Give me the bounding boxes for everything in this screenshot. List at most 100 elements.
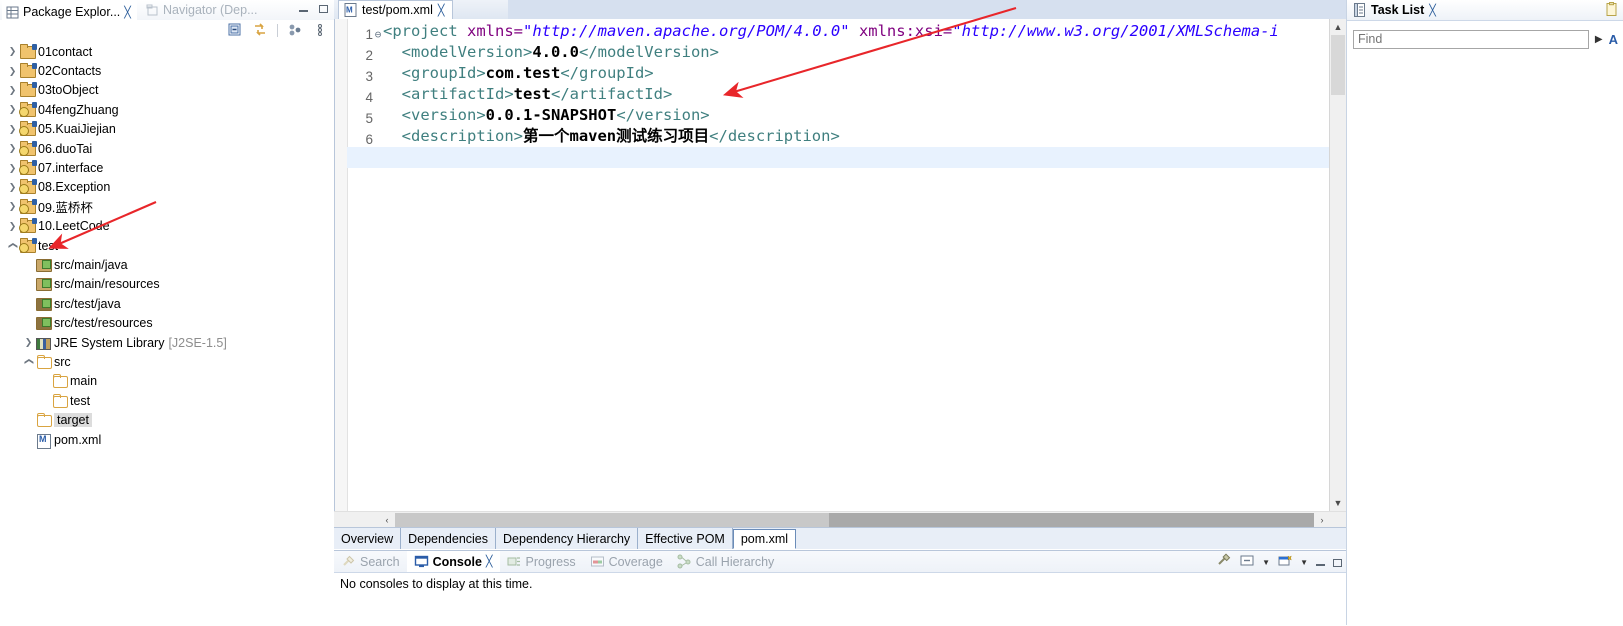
scroll-up-icon[interactable]: ▲ (1330, 19, 1346, 35)
chevron-down-icon[interactable]: ▼ (1262, 558, 1270, 567)
code-line-2[interactable]: 2 <modelVersion>4.0.0</modelVersion> (347, 42, 1330, 63)
code-token-tag: <modelVersion> (383, 43, 533, 61)
code-token-tag: </artifactId> (550, 85, 673, 103)
tab-package-explorer[interactable]: Package Explor... ╳ (2, 0, 137, 22)
console-tab-bar[interactable]: Search Console ╳ Progress Coverage Call Hiera… (334, 551, 1346, 573)
chevron-right-icon[interactable]: ❯ (6, 104, 19, 115)
tree-item-src-main-java[interactable]: src/main/java (0, 255, 334, 274)
code-line-6[interactable]: 6 <description>第一个maven测试练习项目</descripti… (347, 126, 1330, 147)
display-selected-console-icon[interactable] (1239, 553, 1255, 572)
search-input[interactable] (1353, 29, 1589, 49)
xml-source-editor[interactable]: 1 ⊖ <project xmlns="http://maven.apache.or… (334, 19, 1346, 511)
scroll-left-icon[interactable]: ‹ (379, 512, 395, 528)
tree-item-test[interactable]: test (0, 391, 334, 410)
tree-item-src-main-resources[interactable]: src/main/resources (0, 275, 334, 294)
code-line-3[interactable]: 3 <groupId>com.test</groupId> (347, 63, 1330, 84)
chevron-down-icon[interactable]: ❮ (6, 240, 19, 251)
chevron-right-icon[interactable]: ❯ (6, 163, 19, 174)
scroll-down-icon[interactable]: ▼ (1330, 495, 1346, 511)
code-token-txt: 0.0.1-SNAPSHOT (485, 106, 617, 124)
tree-item-test[interactable]: ❮ test (0, 236, 334, 255)
package-explorer-tab-bar: Package Explor... ╳ Navigator (Dep... (0, 0, 334, 22)
tree-item-03toobject[interactable]: ❯ 03toObject (0, 81, 334, 100)
tree-item-01contact[interactable]: ❯ 01contact (0, 42, 334, 61)
tree-item-jre-system-library[interactable]: ❯ JRE System Library [J2SE-1.5] (0, 333, 334, 352)
project-tree[interactable]: ❯ 01contact ❯ 02Contacts ❯ 03toObject ❯ 04fengZ… (0, 42, 334, 625)
tree-item-09[interactable]: ❯ 09.蓝桥杯 (0, 197, 334, 216)
console-tab-console[interactable]: Console ╳ (406, 551, 500, 572)
chevron-right-icon[interactable]: ❯ (6, 221, 19, 232)
vertical-scroll-thumb[interactable] (1331, 35, 1345, 95)
chevron-right-icon[interactable]: ❯ (6, 124, 19, 135)
chevron-right-icon[interactable]: ❯ (6, 66, 19, 77)
code-line-7[interactable]: 7 </project> (347, 147, 1330, 168)
code-token-tag: <project (383, 22, 458, 40)
chevron-right-icon[interactable]: ❯ (6, 85, 19, 96)
link-with-editor-icon[interactable] (252, 22, 268, 38)
view-options-icon[interactable] (312, 22, 328, 38)
tree-item-02contacts[interactable]: ❯ 02Contacts (0, 61, 334, 80)
code-content[interactable]: 1 ⊖ <project xmlns="http://maven.apache.or… (347, 21, 1330, 168)
close-icon[interactable]: ╳ (438, 4, 445, 17)
open-console-icon[interactable] (1216, 553, 1232, 572)
form-tab-overview[interactable]: Overview (334, 528, 402, 549)
form-tab-dependencies[interactable]: Dependencies (401, 528, 497, 549)
tree-item-08-exception[interactable]: ❯ 08.Exception (0, 178, 334, 197)
console-empty-message: No consoles to display at this time. (340, 577, 533, 591)
console-tab-coverage[interactable]: Coverage (583, 551, 670, 572)
console-tab-progress[interactable]: Progress (500, 551, 583, 572)
minimize-icon[interactable] (1315, 557, 1326, 568)
tree-item-src-test-java[interactable]: src/test/java (0, 294, 334, 313)
form-tab-pom-xml[interactable]: pom.xml (732, 529, 797, 549)
tree-item-label: 06.duoTai (38, 141, 93, 156)
tab-pom-xml[interactable]: M test/pom.xml ╳ (338, 0, 454, 19)
view-menu-icon[interactable] (287, 22, 303, 38)
form-tab-effective-pom[interactable]: Effective POM (638, 528, 733, 549)
maximize-icon[interactable] (319, 4, 328, 13)
chevron-right-icon[interactable]: ❯ (6, 46, 19, 57)
scope-letter-label[interactable]: A (1609, 32, 1618, 47)
chevron-right-icon[interactable]: ❯ (6, 201, 19, 212)
horizontal-scroll-thumb[interactable] (395, 513, 829, 527)
tree-item-label: main (70, 374, 98, 389)
tree-item-src-test-resources[interactable]: src/test/resources (0, 313, 334, 332)
chevron-down-icon[interactable]: ❮ (22, 356, 35, 367)
tree-item-06-duotai[interactable]: ❯ 06.duoTai (0, 139, 334, 158)
console-tab-search[interactable]: Search (334, 551, 407, 572)
tab-navigator[interactable]: Navigator (Dep... (140, 0, 263, 20)
editor-horizontal-scrollbar[interactable]: ‹ › (334, 511, 1346, 528)
close-icon[interactable]: ╳ (1429, 4, 1436, 17)
chevron-down-icon[interactable]: ▼ (1300, 558, 1308, 567)
pom-editor-form-tabs[interactable]: Overview Dependencies Dependency Hierarchy… (334, 527, 1346, 549)
code-line-4[interactable]: 4 <artifactId>test</artifactId> (347, 84, 1330, 105)
tree-item-07-interface[interactable]: ❯ 07.interface (0, 158, 334, 177)
tree-item-src[interactable]: ❮ src (0, 352, 334, 371)
close-icon[interactable]: ╳ (124, 6, 131, 19)
new-task-icon[interactable] (1605, 2, 1619, 20)
new-console-view-icon[interactable] (1277, 553, 1293, 572)
maximize-icon[interactable] (1333, 558, 1342, 567)
chevron-right-icon[interactable]: ❯ (6, 143, 19, 154)
code-line-5[interactable]: 5 <version>0.0.1-SNAPSHOT</version> (347, 105, 1330, 126)
scroll-right-icon[interactable]: › (1314, 512, 1330, 528)
tree-item-05-kuaijiejian[interactable]: ❯ 05.KuaiJiejian (0, 120, 334, 139)
code-line-1[interactable]: 1 ⊖ <project xmlns="http://maven.apache.or… (347, 21, 1330, 42)
tree-item-main[interactable]: main (0, 372, 334, 391)
collapse-all-icon[interactable] (227, 22, 243, 38)
tree-item-target[interactable]: target (0, 410, 334, 429)
form-tab-dependency-hierarchy[interactable]: Dependency Hierarchy (496, 528, 639, 549)
tree-item-04fengzhuang[interactable]: ❯ 04fengZhuang (0, 100, 334, 119)
tree-item-10-leetcode[interactable]: ❯ 10.LeetCode (0, 217, 334, 236)
tree-item-pom-xml[interactable]: pom.xml (0, 430, 334, 449)
chevron-right-icon[interactable]: ❯ (6, 182, 19, 193)
console-tab-call-hierarchy[interactable]: Call Hierarchy (670, 551, 782, 572)
horizontal-scroll-track[interactable] (829, 513, 1314, 527)
console-output-area[interactable]: No consoles to display at this time. (334, 573, 1346, 626)
editor-vertical-scrollbar[interactable]: ▲ ▼ (1329, 19, 1346, 511)
chevron-right-icon[interactable]: ❯ (22, 337, 35, 348)
minimize-icon[interactable] (298, 3, 309, 14)
close-icon[interactable]: ╳ (486, 555, 493, 568)
expand-arrow-icon[interactable]: ▶ (1595, 34, 1603, 45)
tab-navigator-label: Navigator (Dep... (163, 3, 258, 17)
tab-task-list[interactable]: Task List ╳ (1347, 0, 1442, 20)
